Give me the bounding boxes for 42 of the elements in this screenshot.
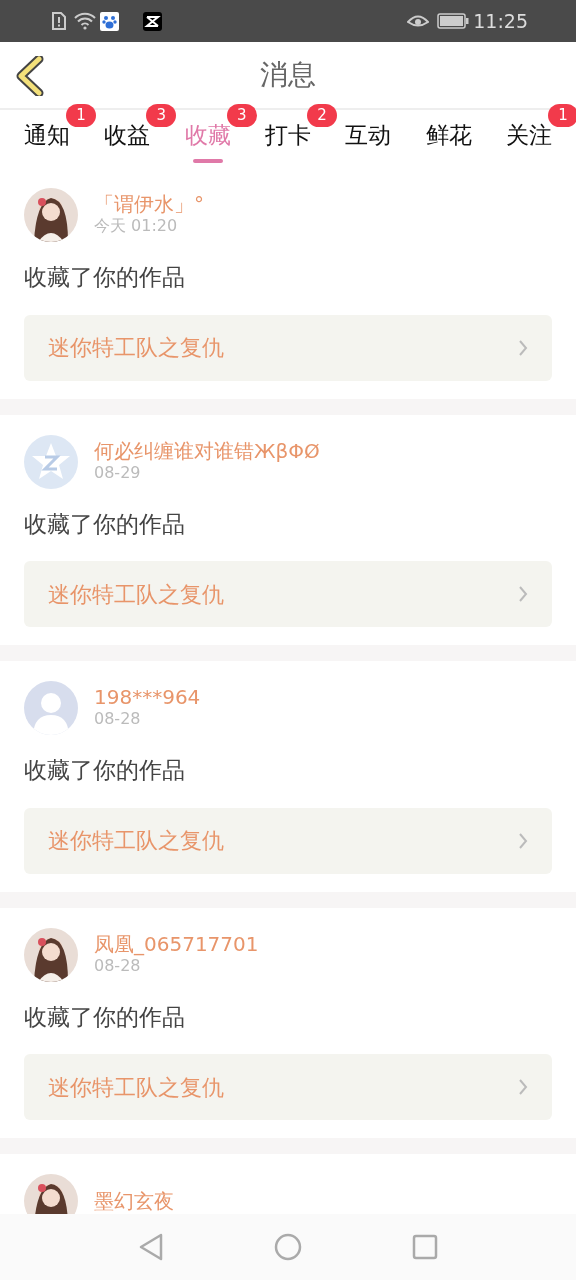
count-badge: 1 xyxy=(66,104,96,127)
user-name[interactable]: 「谓伊水」° xyxy=(94,193,204,215)
sim-alert-icon xyxy=(52,12,66,30)
user-name[interactable]: 何必纠缠谁对谁错ЖβΦØ xyxy=(94,439,320,462)
home-nav-icon[interactable] xyxy=(274,1233,302,1261)
chevron-right-icon xyxy=(518,338,528,357)
status-time: 11:25 xyxy=(473,8,528,34)
page-title: 消息 xyxy=(260,57,316,93)
work-link[interactable]: 迷你特工队之复仇 xyxy=(24,561,552,627)
message-text: 收藏了你的作品 xyxy=(24,756,186,785)
default-avatar-icon xyxy=(24,681,78,735)
back-nav-icon[interactable] xyxy=(138,1233,164,1261)
message-text: 收藏了你的作品 xyxy=(24,1002,186,1032)
back-icon[interactable] xyxy=(15,56,45,96)
work-link[interactable]: 迷你特工队之复仇 xyxy=(24,314,552,381)
wifi-icon xyxy=(74,12,96,30)
message-time: 08-28 xyxy=(94,955,141,977)
default-logo-icon xyxy=(24,434,78,489)
paw-icon xyxy=(100,11,119,31)
message-time: 08-28 xyxy=(94,708,142,730)
message-time: 08-29 xyxy=(94,461,142,484)
battery-icon xyxy=(437,13,470,29)
count-badge: 3 xyxy=(146,104,177,127)
message-text: 收藏了你的作品 xyxy=(24,509,186,539)
user-name[interactable]: 198***964 xyxy=(94,686,201,708)
count-badge: 2 xyxy=(307,104,337,127)
tab[interactable]: 互动 xyxy=(345,110,392,163)
user-name[interactable]: 凤凰_065717701 xyxy=(94,932,259,955)
user-name[interactable]: 墨幻玄夜 xyxy=(94,1190,174,1212)
chevron-right-icon xyxy=(518,831,528,850)
work-link[interactable]: 迷你特工队之复仇 xyxy=(24,807,552,874)
eye-icon xyxy=(407,13,430,29)
app-icon xyxy=(143,11,162,31)
chevron-right-icon xyxy=(518,1078,528,1096)
count-badge: 1 xyxy=(547,104,576,127)
message-text: 收藏了你的作品 xyxy=(24,263,186,292)
work-link[interactable]: 迷你特工队之复仇 xyxy=(24,1054,552,1120)
chevron-right-icon xyxy=(518,585,528,603)
recents-nav-icon[interactable] xyxy=(412,1234,438,1260)
message-time: 今天 01:20 xyxy=(94,215,179,237)
count-badge: 3 xyxy=(226,104,257,127)
tab[interactable]: 鲜花 xyxy=(425,110,472,163)
